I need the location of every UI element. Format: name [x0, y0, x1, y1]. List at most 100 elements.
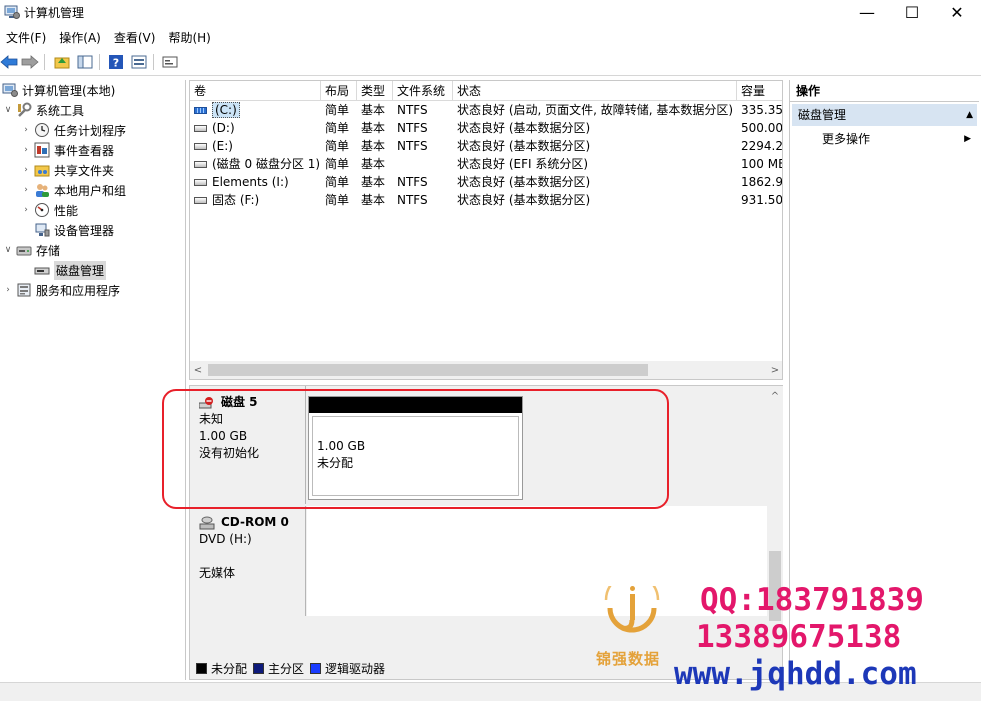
actions-panel: 操作 磁盘管理 ▲ 更多操作 ▶: [789, 80, 979, 680]
show-hide-tree-icon: [77, 55, 93, 69]
partition-label: 未分配: [317, 456, 354, 470]
column-header-status[interactable]: 状态: [453, 81, 737, 101]
volume-name-cell: (E:): [190, 137, 321, 155]
tree-item-shared-folders[interactable]: › 共享文件夹: [20, 160, 114, 180]
console-icon: [162, 56, 178, 68]
forward-button[interactable]: [21, 53, 39, 71]
tree-item-event-viewer[interactable]: › 事件查看器: [20, 140, 114, 160]
tree-item-performance[interactable]: › 性能: [20, 200, 78, 220]
chevron-right-icon[interactable]: ›: [20, 185, 32, 195]
help-button[interactable]: ?: [107, 53, 125, 71]
disk-label-disk5[interactable]: 磁盘 5 未知 1.00 GB 没有初始化: [190, 386, 306, 504]
disk-label-cdrom0[interactable]: CD-ROM 0 DVD (H:) 无媒体: [190, 506, 306, 616]
chevron-right-icon[interactable]: ›: [2, 285, 14, 295]
menu-action[interactable]: 操作(A): [53, 28, 108, 48]
up-folder-icon: [54, 57, 70, 69]
type-cell: 基本: [361, 157, 386, 171]
layout-cell: 简单: [325, 157, 350, 171]
menu-view[interactable]: 查看(V): [108, 28, 163, 48]
properties-button[interactable]: [130, 53, 148, 71]
actions-header: 操作: [790, 80, 979, 102]
legend-item: 逻辑驱动器: [308, 660, 385, 677]
type-cell: 基本: [361, 103, 386, 117]
disk-size: 1.00 GB: [199, 429, 248, 443]
scroll-up-icon[interactable]: ^: [767, 388, 783, 404]
cdrom-partition-area[interactable]: [307, 506, 767, 616]
submenu-arrow-icon: ▶: [964, 134, 971, 144]
chevron-right-icon[interactable]: ›: [20, 165, 32, 175]
tree-item-root[interactable]: 计算机管理(本地): [2, 80, 115, 100]
show-hide-tree-button[interactable]: [76, 53, 94, 71]
clock-icon: [35, 123, 49, 137]
storage-icon: [16, 246, 32, 256]
tree-item-task-scheduler[interactable]: › 任务计划程序: [20, 120, 126, 140]
horizontal-scrollbar[interactable]: < >: [190, 361, 782, 379]
disk-name: 磁盘 5: [199, 394, 305, 411]
close-button[interactable]: ✕: [934, 0, 980, 24]
tree-item-label: 性能: [54, 203, 79, 218]
chevron-down-icon[interactable]: ∨: [2, 245, 14, 255]
more-actions-item[interactable]: 更多操作 ▶: [792, 129, 977, 149]
disk-type: DVD (H:): [199, 532, 252, 546]
layout-cell: 简单: [325, 121, 350, 135]
table-row[interactable]: 固态 (F:) 简单 基本 NTFS 状态良好 (基本数据分区) 931.50: [190, 191, 782, 209]
scrollbar-thumb[interactable]: [208, 364, 648, 376]
volume-name-cell: Elements (I:): [190, 173, 321, 191]
vertical-scrollbar[interactable]: ^: [767, 386, 783, 626]
chevron-right-icon[interactable]: ›: [20, 205, 32, 215]
tree-item-device-manager[interactable]: 设备管理器: [32, 220, 114, 240]
tree-item-storage[interactable]: ∨ 存储: [2, 240, 60, 260]
back-button[interactable]: [0, 53, 18, 71]
column-header-volume[interactable]: 卷: [190, 81, 321, 101]
tree-item-services[interactable]: › 服务和应用程序: [2, 280, 120, 300]
minimize-icon: —: [859, 2, 875, 22]
close-icon: ✕: [950, 2, 964, 22]
tree-item-disk-management[interactable]: 磁盘管理: [32, 260, 107, 280]
chevron-right-icon[interactable]: ›: [20, 125, 32, 135]
tree-item-local-users[interactable]: › 本地用户和组: [20, 180, 126, 200]
table-row[interactable]: Elements (I:) 简单 基本 NTFS 状态良好 (基本数据分区) 1…: [190, 173, 782, 191]
column-header-type[interactable]: 类型: [357, 81, 393, 101]
disk-error-icon: [199, 396, 213, 408]
scroll-right-icon[interactable]: >: [767, 362, 782, 378]
up-one-level-button[interactable]: [53, 53, 71, 71]
status-cell: 状态良好 (启动, 页面文件, 故障转储, 基本数据分区): [457, 103, 734, 117]
tree-item-system-tools[interactable]: ∨ 系统工具: [2, 100, 84, 120]
column-header-layout[interactable]: 布局: [321, 81, 357, 101]
minimize-button[interactable]: —: [844, 0, 890, 24]
window-title: 计算机管理: [24, 6, 85, 20]
console-button[interactable]: [161, 53, 179, 71]
tree-item-label: 本地用户和组: [54, 183, 127, 198]
cdrom-icon: [199, 516, 215, 529]
scroll-left-icon[interactable]: <: [190, 362, 206, 378]
volume-name-cell: (C:): [190, 101, 321, 119]
layout-cell: 简单: [325, 139, 350, 153]
table-row[interactable]: (C:) 简单 基本 NTFS 状态良好 (启动, 页面文件, 故障转储, 基本…: [190, 101, 782, 119]
layout-cell: 简单: [325, 193, 350, 207]
chevron-down-icon[interactable]: ∨: [2, 105, 14, 115]
tree-item-label: 事件查看器: [54, 143, 115, 158]
scrollbar-thumb[interactable]: [769, 551, 781, 621]
table-row[interactable]: (E:) 简单 基本 NTFS 状态良好 (基本数据分区) 2294.29: [190, 137, 782, 155]
type-cell: 基本: [361, 139, 386, 153]
table-row[interactable]: (磁盘 0 磁盘分区 1) 简单 基本 状态良好 (EFI 系统分区) 100 …: [190, 155, 783, 173]
volume-icon: [194, 197, 207, 204]
maximize-button[interactable]: ☐: [889, 0, 935, 24]
menu-file[interactable]: 文件(F): [0, 28, 53, 48]
layout-cell: 简单: [325, 175, 350, 189]
table-row[interactable]: (D:) 简单 基本 NTFS 状态良好 (基本数据分区) 500.00: [190, 119, 782, 137]
volume-list-header: 卷 布局 类型 文件系统 状态 容量: [190, 81, 782, 101]
menu-bar: 文件(F) 操作(A) 查看(V) 帮助(H): [0, 28, 981, 48]
disk-state: 无媒体: [199, 566, 236, 580]
computer-management-icon: [2, 83, 18, 97]
column-header-capacity[interactable]: 容量: [737, 81, 782, 101]
tree-item-label: 设备管理器: [54, 223, 115, 238]
column-header-filesystem[interactable]: 文件系统: [393, 81, 453, 101]
svg-text:?: ?: [113, 57, 119, 70]
menu-help[interactable]: 帮助(H): [162, 28, 217, 48]
help-icon: ?: [109, 55, 123, 70]
unallocated-partition[interactable]: 1.00 GB 未分配: [308, 396, 523, 500]
chevron-right-icon[interactable]: ›: [20, 145, 32, 155]
capacity-cell: 100 MB: [741, 157, 783, 171]
actions-section-disk-management[interactable]: 磁盘管理 ▲: [792, 104, 977, 126]
